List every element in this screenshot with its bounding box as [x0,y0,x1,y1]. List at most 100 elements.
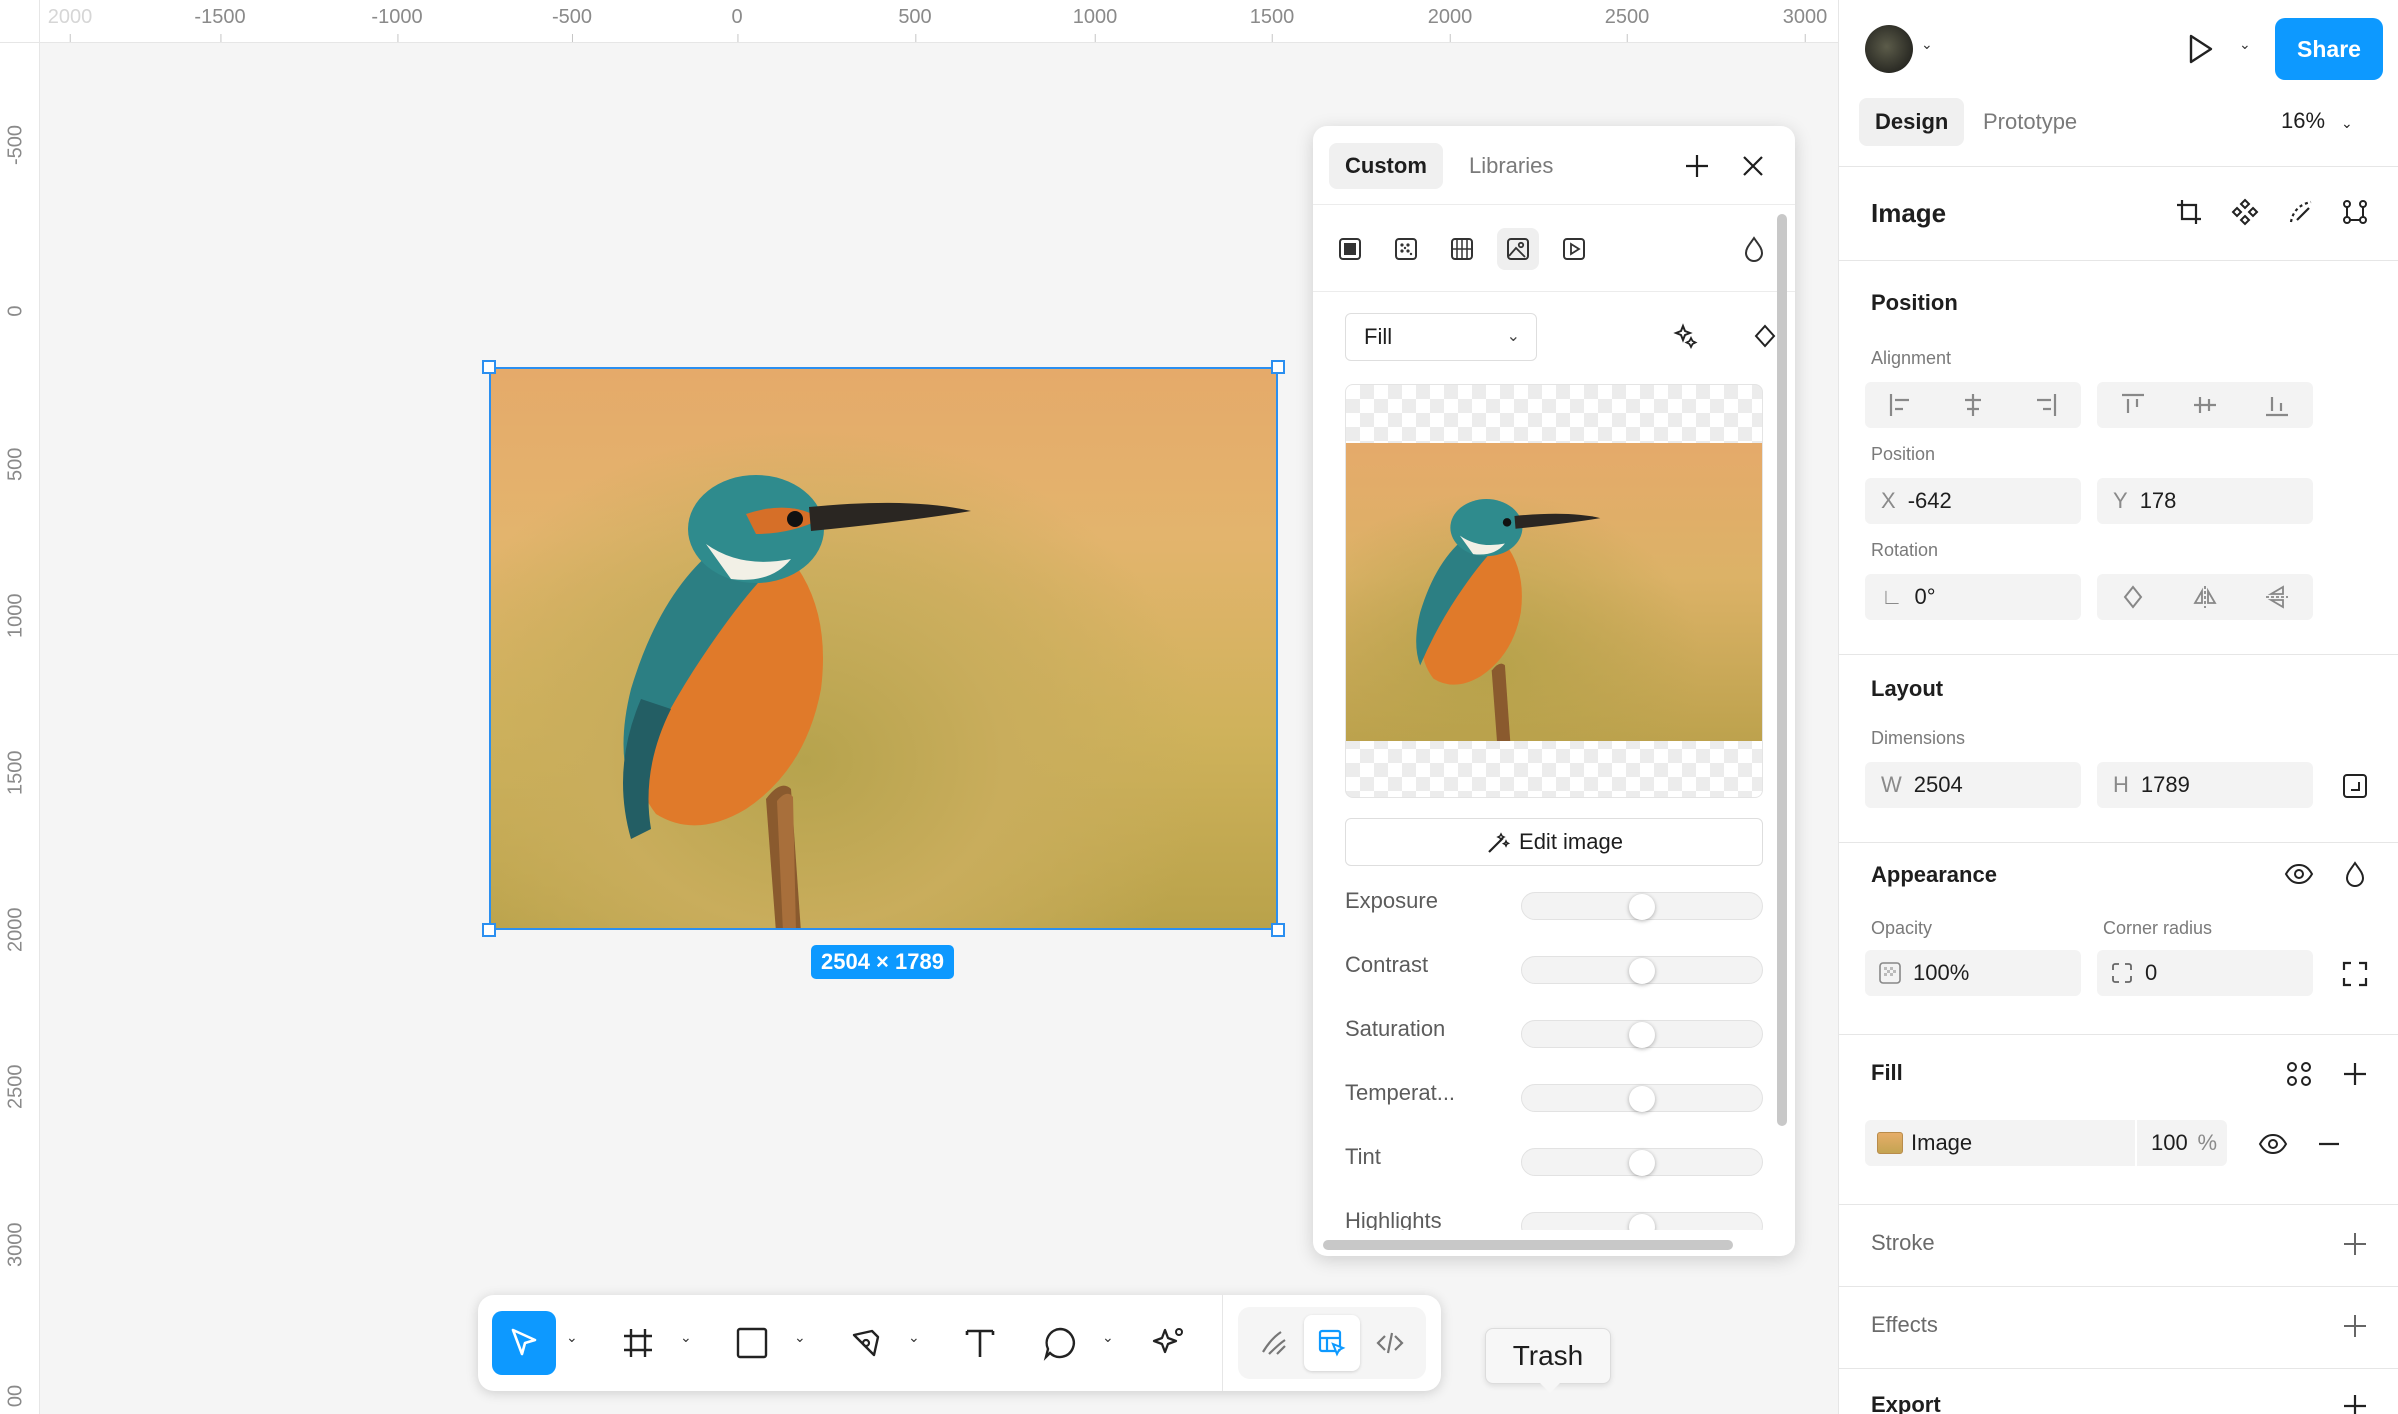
add-stroke-button[interactable] [2335,1224,2375,1264]
dev-mode-button[interactable] [1362,1315,1418,1371]
selected-image[interactable] [489,367,1278,930]
ruler-tick: 1500 [4,750,27,796]
image-preview[interactable] [1345,384,1763,798]
comment-tool[interactable] [1028,1311,1092,1375]
temperature-slider[interactable] [1521,1084,1763,1112]
add-export-button[interactable] [2335,1386,2375,1414]
resize-handle-bottom-left[interactable] [482,923,496,937]
blend-mode-button[interactable] [1733,228,1775,270]
ruler-tick: 500 [898,6,932,42]
toggle-visibility-button[interactable] [2279,854,2319,894]
opacity-field[interactable]: 100% [1865,950,2081,996]
add-fill-button[interactable] [2335,1054,2375,1094]
tab-design[interactable]: Design [1859,98,1965,146]
pen-tool[interactable] [834,1311,898,1375]
add-style-button[interactable] [1677,146,1717,186]
share-button[interactable]: Share [2275,18,2383,80]
saturation-slider[interactable] [1521,1020,1763,1048]
chevron-down-icon[interactable]: ⌄ [1921,36,1933,53]
present-button[interactable] [2183,32,2217,66]
corner-radius-field[interactable]: 0 [2097,950,2313,996]
plus-icon [2344,1233,2366,1255]
fill-swatch[interactable] [1877,1132,1903,1154]
resize-handle-top-right[interactable] [1271,360,1285,374]
canvas[interactable]: 2000 -1500 -1000 -500 0 500 1000 1500 20… [0,0,1838,1414]
resize-icon [2343,774,2367,798]
blend-mode-button[interactable] [2335,854,2375,894]
boolean-button[interactable] [2335,192,2375,232]
position-title: Position [1871,290,1958,315]
crop-button[interactable] [2169,192,2209,232]
width-field[interactable]: W 2504 [1865,762,2081,808]
chevron-down-icon[interactable]: ⌄ [908,1329,920,1346]
resize-to-fit-button[interactable] [2335,766,2375,806]
plus-icon [2344,1315,2366,1337]
align-bottom-button[interactable] [2241,382,2313,428]
align-top-button[interactable] [2097,382,2169,428]
exposure-slider[interactable] [1521,892,1763,920]
horizontal-scrollbar[interactable] [1323,1240,1733,1250]
add-effect-button[interactable] [2335,1306,2375,1346]
video-fill-button[interactable] [1553,228,1595,270]
align-center-h-button[interactable] [1937,382,2009,428]
fill-opacity-field[interactable]: 100% [2137,1120,2227,1166]
slider-knob[interactable] [1629,1086,1655,1112]
fill-type-field[interactable]: Image [1865,1120,2135,1166]
fill-mode-select[interactable]: Fill ⌄ [1345,313,1537,361]
edit-image-button[interactable]: Edit image [1345,818,1763,866]
chevron-down-icon[interactable]: ⌄ [794,1329,806,1346]
remove-fill-button[interactable] [2309,1124,2349,1164]
pattern-fill-button[interactable] [1441,228,1483,270]
height-field[interactable]: H 1789 [2097,762,2313,808]
frame-tool[interactable] [606,1311,670,1375]
independent-corners-button[interactable] [2335,954,2375,994]
avatar[interactable] [1865,25,1913,73]
zoom-level[interactable]: 16% ⌄ [2281,108,2353,134]
slider-knob[interactable] [1629,958,1655,984]
close-panel-button[interactable] [1733,146,1773,186]
solid-fill-button[interactable] [1329,228,1371,270]
gradient-fill-button[interactable] [1385,228,1427,270]
tab-prototype[interactable]: Prototype [1967,98,2093,146]
chevron-down-icon[interactable]: ⌄ [680,1329,692,1346]
text-tool[interactable] [948,1311,1012,1375]
ai-image-button[interactable] [1665,316,1705,356]
divider [1839,260,2398,261]
fill-visibility-button[interactable] [2253,1124,2293,1164]
align-right-button[interactable] [2009,382,2081,428]
tab-libraries[interactable]: Libraries [1453,143,1569,189]
highlights-slider[interactable] [1521,1212,1763,1230]
draw-mode-button[interactable] [1246,1315,1302,1371]
rotate-90-button[interactable] [2097,574,2169,620]
fill-styles-button[interactable] [2279,1054,2319,1094]
slider-knob[interactable] [1629,1022,1655,1048]
chevron-down-icon[interactable]: ⌄ [1102,1329,1114,1346]
tab-custom[interactable]: Custom [1329,143,1443,189]
chevron-down-icon[interactable]: ⌄ [2239,36,2251,53]
slider-knob[interactable] [1629,1150,1655,1176]
resize-handle-bottom-right[interactable] [1271,923,1285,937]
vertical-scrollbar[interactable] [1777,214,1787,1126]
ai-actions-tool[interactable] [1136,1311,1200,1375]
align-middle-button[interactable] [2169,382,2241,428]
create-component-button[interactable] [2225,192,2265,232]
ruler-corner [0,0,40,43]
rectangle-tool[interactable] [720,1311,784,1375]
mask-button[interactable] [2281,192,2321,232]
align-left-button[interactable] [1865,382,1937,428]
chevron-down-icon[interactable]: ⌄ [566,1329,578,1346]
contrast-slider[interactable] [1521,956,1763,984]
resize-handle-top-left[interactable] [482,360,496,374]
flip-vertical-button[interactable] [2241,574,2313,620]
image-fill-button[interactable] [1497,228,1539,270]
tint-slider[interactable] [1521,1148,1763,1176]
alignment-label: Alignment [1871,348,1952,368]
move-tool[interactable] [492,1311,556,1375]
slider-knob[interactable] [1629,894,1655,920]
design-mode-button[interactable] [1304,1315,1360,1371]
y-position-field[interactable]: Y 178 [2097,478,2313,524]
slider-knob[interactable] [1629,1214,1655,1230]
x-position-field[interactable]: X -642 [1865,478,2081,524]
flip-horizontal-button[interactable] [2169,574,2241,620]
rotation-field[interactable]: ∟ 0° [1865,574,2081,620]
